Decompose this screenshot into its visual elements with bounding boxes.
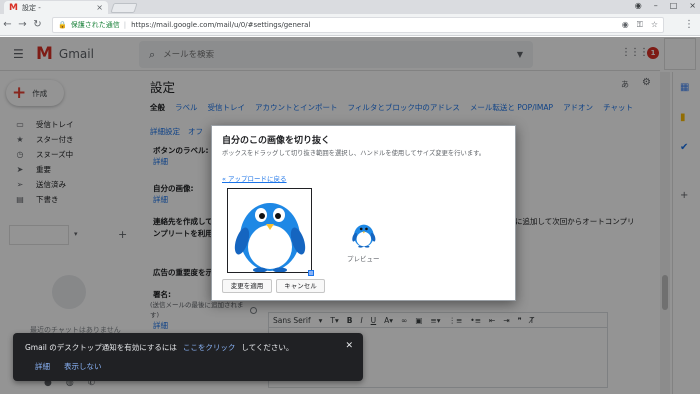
gmail-favicon-icon: M [9, 2, 18, 13]
snackbar-actions: 詳細 表示しない [35, 361, 102, 372]
tab-close-icon[interactable]: × [96, 3, 103, 12]
crop-resize-handle[interactable] [308, 270, 314, 276]
profile-icon[interactable]: ◉ [635, 1, 642, 10]
crop-image-dialog: 自分のこの画像を切り抜く ボックスをドラッグして切り抜き範囲を選択し、ハンドルを… [211, 125, 516, 301]
back-icon[interactable]: ← [0, 19, 15, 30]
desktop-notification-snackbar: Gmail のデスクトップ通知を有効にするには ここをクリック してください。 ✕ … [13, 333, 363, 381]
omnibox[interactable]: 🔒 保護された通信 | https://mail.google.com/mail… [52, 17, 664, 33]
back-to-upload-link[interactable]: « アップロードに戻る [222, 173, 287, 183]
crop-preview [350, 218, 378, 250]
key-icon[interactable]: ⚿ [637, 20, 643, 30]
snackbar-message: Gmail のデスクトップ通知を有効にするには ここをクリック してください。 [25, 342, 293, 353]
star-icon[interactable]: ☆ [651, 20, 658, 30]
url-text[interactable]: https://mail.google.com/mail/u/0/#settin… [131, 21, 622, 29]
snackbar-text-suffix: してください。 [241, 343, 294, 352]
details-link[interactable]: 詳細 [35, 361, 50, 372]
cancel-button[interactable]: キャンセル [276, 279, 325, 293]
dialog-title: 自分のこの画像を切り抜く [222, 136, 331, 146]
address-bar: ← → ↻ 🔒 保護された通信 | https://mail.google.co… [0, 14, 700, 36]
omnibox-icons: ◉ ⚿ ☆ [622, 20, 658, 30]
browser-menu-icon[interactable]: ⋮ [684, 19, 694, 30]
eye-icon[interactable]: ◉ [622, 20, 629, 30]
enable-notifications-link[interactable]: ここをクリック [183, 343, 236, 352]
penguin-preview-image [352, 224, 376, 248]
maximize-icon[interactable]: □ [670, 1, 678, 10]
browser-tab-settings[interactable]: M 設定 - × [4, 1, 108, 14]
browser-tabstrip: M 設定 - × ◉ – □ × [0, 0, 700, 14]
reload-icon[interactable]: ↻ [30, 19, 45, 30]
preview-label: プレビュー [347, 255, 380, 263]
crop-area[interactable] [227, 188, 312, 273]
secure-label: 保護された通信 [70, 21, 120, 29]
dialog-instructions: ボックスをドラッグして切り抜き範囲を選択し、ハンドルを使用してサイズ変更を行いま… [222, 150, 486, 157]
close-window-icon[interactable]: × [689, 1, 696, 10]
tab-title: 設定 - [21, 3, 41, 12]
new-tab-button[interactable] [110, 3, 138, 13]
lock-icon: 🔒 [58, 21, 67, 29]
omnibox-separator: | [123, 21, 127, 29]
snackbar-text-prefix: Gmail のデスクトップ通知を有効にするには [25, 343, 177, 352]
forward-icon[interactable]: → [15, 19, 30, 30]
close-icon[interactable]: ✕ [345, 341, 353, 351]
penguin-image [234, 203, 306, 272]
dont-show-link[interactable]: 表示しない [64, 361, 102, 372]
window-controls: ◉ – □ × [635, 1, 696, 10]
apply-changes-button[interactable]: 変更を適用 [222, 279, 272, 293]
minimize-icon[interactable]: – [654, 1, 658, 10]
